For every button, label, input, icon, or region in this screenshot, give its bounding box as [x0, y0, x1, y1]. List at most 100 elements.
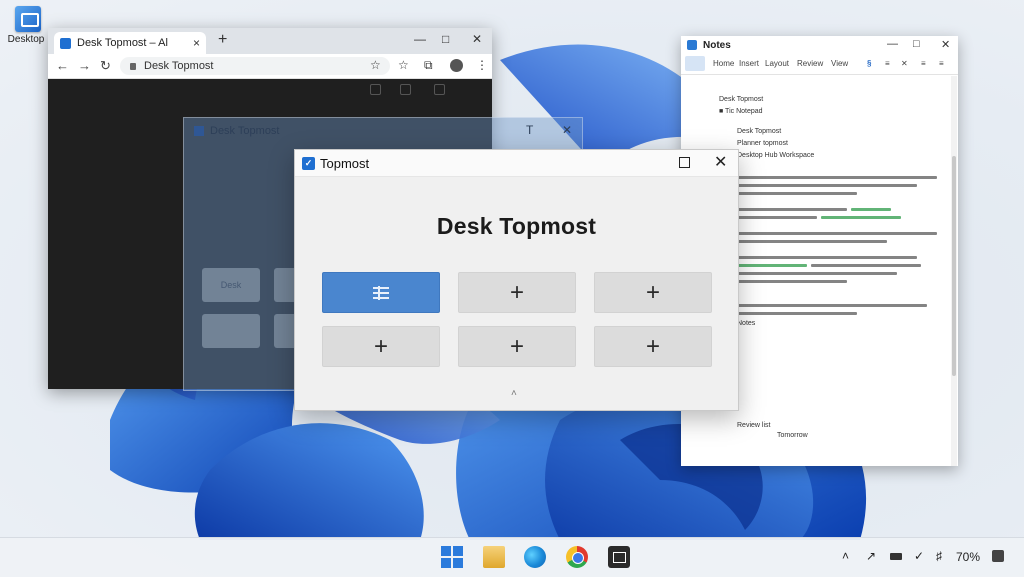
list-icon[interactable]: ≡ — [921, 59, 926, 68]
split-view-icon[interactable]: ⧉ — [424, 58, 433, 73]
back-button[interactable]: ← — [56, 58, 69, 73]
tray-overflow-icon[interactable]: ˄ — [842, 549, 849, 563]
forward-button[interactable]: → — [78, 58, 91, 73]
slot-2-add[interactable]: + — [458, 272, 576, 313]
doc-text-line — [737, 176, 937, 179]
slot-6-add[interactable]: + — [594, 326, 712, 367]
browser-toolbar: ← → ↻ Desk Topmost ☆ ☆ ⧉ ⋮ — [48, 54, 492, 79]
doc-text-line — [737, 256, 917, 259]
slot-5-add[interactable]: + — [458, 326, 576, 367]
tab-title: Desk Topmost – Al — [77, 37, 168, 49]
ribbon-tab[interactable]: Layout — [765, 59, 789, 68]
doc-highlight-line — [737, 264, 807, 267]
notification-icon[interactable] — [992, 550, 1004, 562]
maximize-button[interactable] — [679, 157, 690, 168]
doc-text-line — [737, 232, 937, 235]
notes-scrollbar[interactable] — [951, 76, 957, 466]
taskbar: ˄ ↗ ✓ ♯ 70% — [0, 537, 1024, 577]
extensions-icon[interactable]: ☆ — [398, 58, 409, 72]
doc-text-line — [737, 208, 847, 211]
app-shortcut-icon — [15, 6, 41, 32]
doc-line: Desktop Hub Workspace — [737, 152, 815, 159]
edge-icon[interactable] — [524, 546, 546, 568]
content-box-icon — [370, 84, 381, 95]
browser-maximize-button[interactable]: □ — [442, 32, 449, 46]
tools-icon[interactable]: ✕ — [901, 59, 908, 68]
doc-line: Notes — [737, 320, 756, 327]
new-tab-button[interactable]: + — [218, 31, 227, 49]
content-box-icon — [400, 84, 411, 95]
browser-minimize-button[interactable]: — — [414, 32, 426, 46]
more-icon[interactable]: ≡ — [939, 59, 944, 68]
slot-3-add[interactable]: + — [594, 272, 712, 313]
notes-minimize-button[interactable]: — — [887, 38, 898, 50]
lock-icon — [130, 62, 136, 70]
app-heading: Desk Topmost — [436, 213, 597, 239]
doc-line: Desk Topmost — [719, 96, 764, 103]
ghost-tile: Desk — [202, 268, 260, 302]
ghost-close-icon: ✕ — [562, 123, 573, 137]
doc-text-line — [737, 240, 887, 243]
doc-line: Desk Topmost — [737, 128, 782, 135]
network-icon[interactable]: ↗ — [866, 549, 876, 563]
browser-tab-bar: Desk Topmost – Al × + — □ ✕ — [48, 28, 492, 54]
app-logo-icon: ✓ — [302, 157, 315, 170]
chrome-icon[interactable] — [566, 546, 588, 568]
ribbon-tab[interactable]: Insert — [739, 59, 759, 68]
start-icon[interactable] — [441, 546, 463, 568]
doc-text-line — [737, 304, 927, 307]
doc-text-line — [811, 264, 921, 267]
browser-menu-icon[interactable]: ⋮ — [476, 58, 488, 72]
address-bar[interactable]: Desk Topmost — [120, 57, 390, 75]
ribbon-tab[interactable]: View — [831, 59, 848, 68]
notes-title-bar: Notes — □ ✕ — [681, 36, 958, 54]
slot-4-add[interactable]: + — [322, 326, 440, 367]
slot-1-active[interactable] — [322, 272, 440, 313]
doc-text-line — [737, 280, 847, 283]
app-title-bar: ✓ Topmost ✕ — [295, 150, 738, 177]
file-explorer-icon[interactable] — [483, 546, 505, 568]
doc-line: ■ Tic Notepad — [719, 108, 763, 115]
notes-scroll-thumb[interactable] — [952, 156, 956, 376]
doc-text-line — [737, 272, 897, 275]
reload-button[interactable]: ↻ — [100, 58, 111, 74]
doc-text-line — [737, 312, 857, 315]
battery-percentage[interactable]: 70% — [956, 550, 980, 564]
ghost-minimize-icon: T — [526, 123, 534, 137]
doc-line: Planner topmost — [737, 140, 788, 147]
tab-favicon-icon — [60, 37, 71, 49]
topmost-app-window[interactable]: ✓ Topmost ✕ Desk Topmost + + + + + ˄ — [294, 149, 739, 411]
profile-avatar[interactable] — [450, 59, 463, 72]
doc-text-line — [737, 216, 817, 219]
browser-close-button[interactable]: ✕ — [472, 32, 482, 46]
notes-close-button[interactable]: ✕ — [941, 38, 950, 51]
ghost-tile — [202, 314, 260, 348]
bullets-icon[interactable]: ≡ — [885, 59, 890, 68]
desktop-shortcut[interactable]: Desktop — [6, 6, 50, 45]
tab-close-icon[interactable]: × — [193, 36, 200, 50]
snipping-tool-icon[interactable] — [608, 546, 630, 568]
volume-icon[interactable]: ♯ — [936, 549, 942, 563]
address-url: Desk Topmost — [144, 60, 214, 72]
ribbon-tab[interactable]: Review — [797, 59, 823, 68]
notes-maximize-button[interactable]: □ — [913, 38, 920, 50]
desktop-shortcut-label: Desktop — [7, 34, 45, 45]
notes-app-icon — [687, 40, 697, 50]
app-title: Topmost — [320, 156, 370, 171]
format-icon[interactable]: § — [867, 59, 871, 68]
notes-ribbon: Home Insert Layout Review View § ≡ ✕ ≡ ≡ — [681, 54, 958, 75]
ribbon-home-button[interactable] — [685, 56, 705, 71]
display-icon[interactable] — [890, 553, 902, 560]
ghost-title-text: Desk Topmost — [210, 125, 280, 137]
doc-text-line — [737, 184, 917, 187]
notes-title: Notes — [703, 40, 731, 51]
wifi-icon[interactable]: ✓ — [914, 549, 924, 563]
ribbon-tab[interactable]: Home — [713, 59, 734, 68]
content-box-icon — [434, 84, 445, 95]
close-button[interactable]: ✕ — [714, 152, 727, 172]
doc-line: Review list — [737, 422, 771, 429]
ghost-title: Desk Topmost — [194, 125, 280, 137]
browser-tab[interactable]: Desk Topmost – Al × — [54, 32, 206, 54]
collapse-chevron-icon[interactable]: ˄ — [511, 388, 517, 399]
bookmark-star-icon[interactable]: ☆ — [370, 58, 381, 72]
